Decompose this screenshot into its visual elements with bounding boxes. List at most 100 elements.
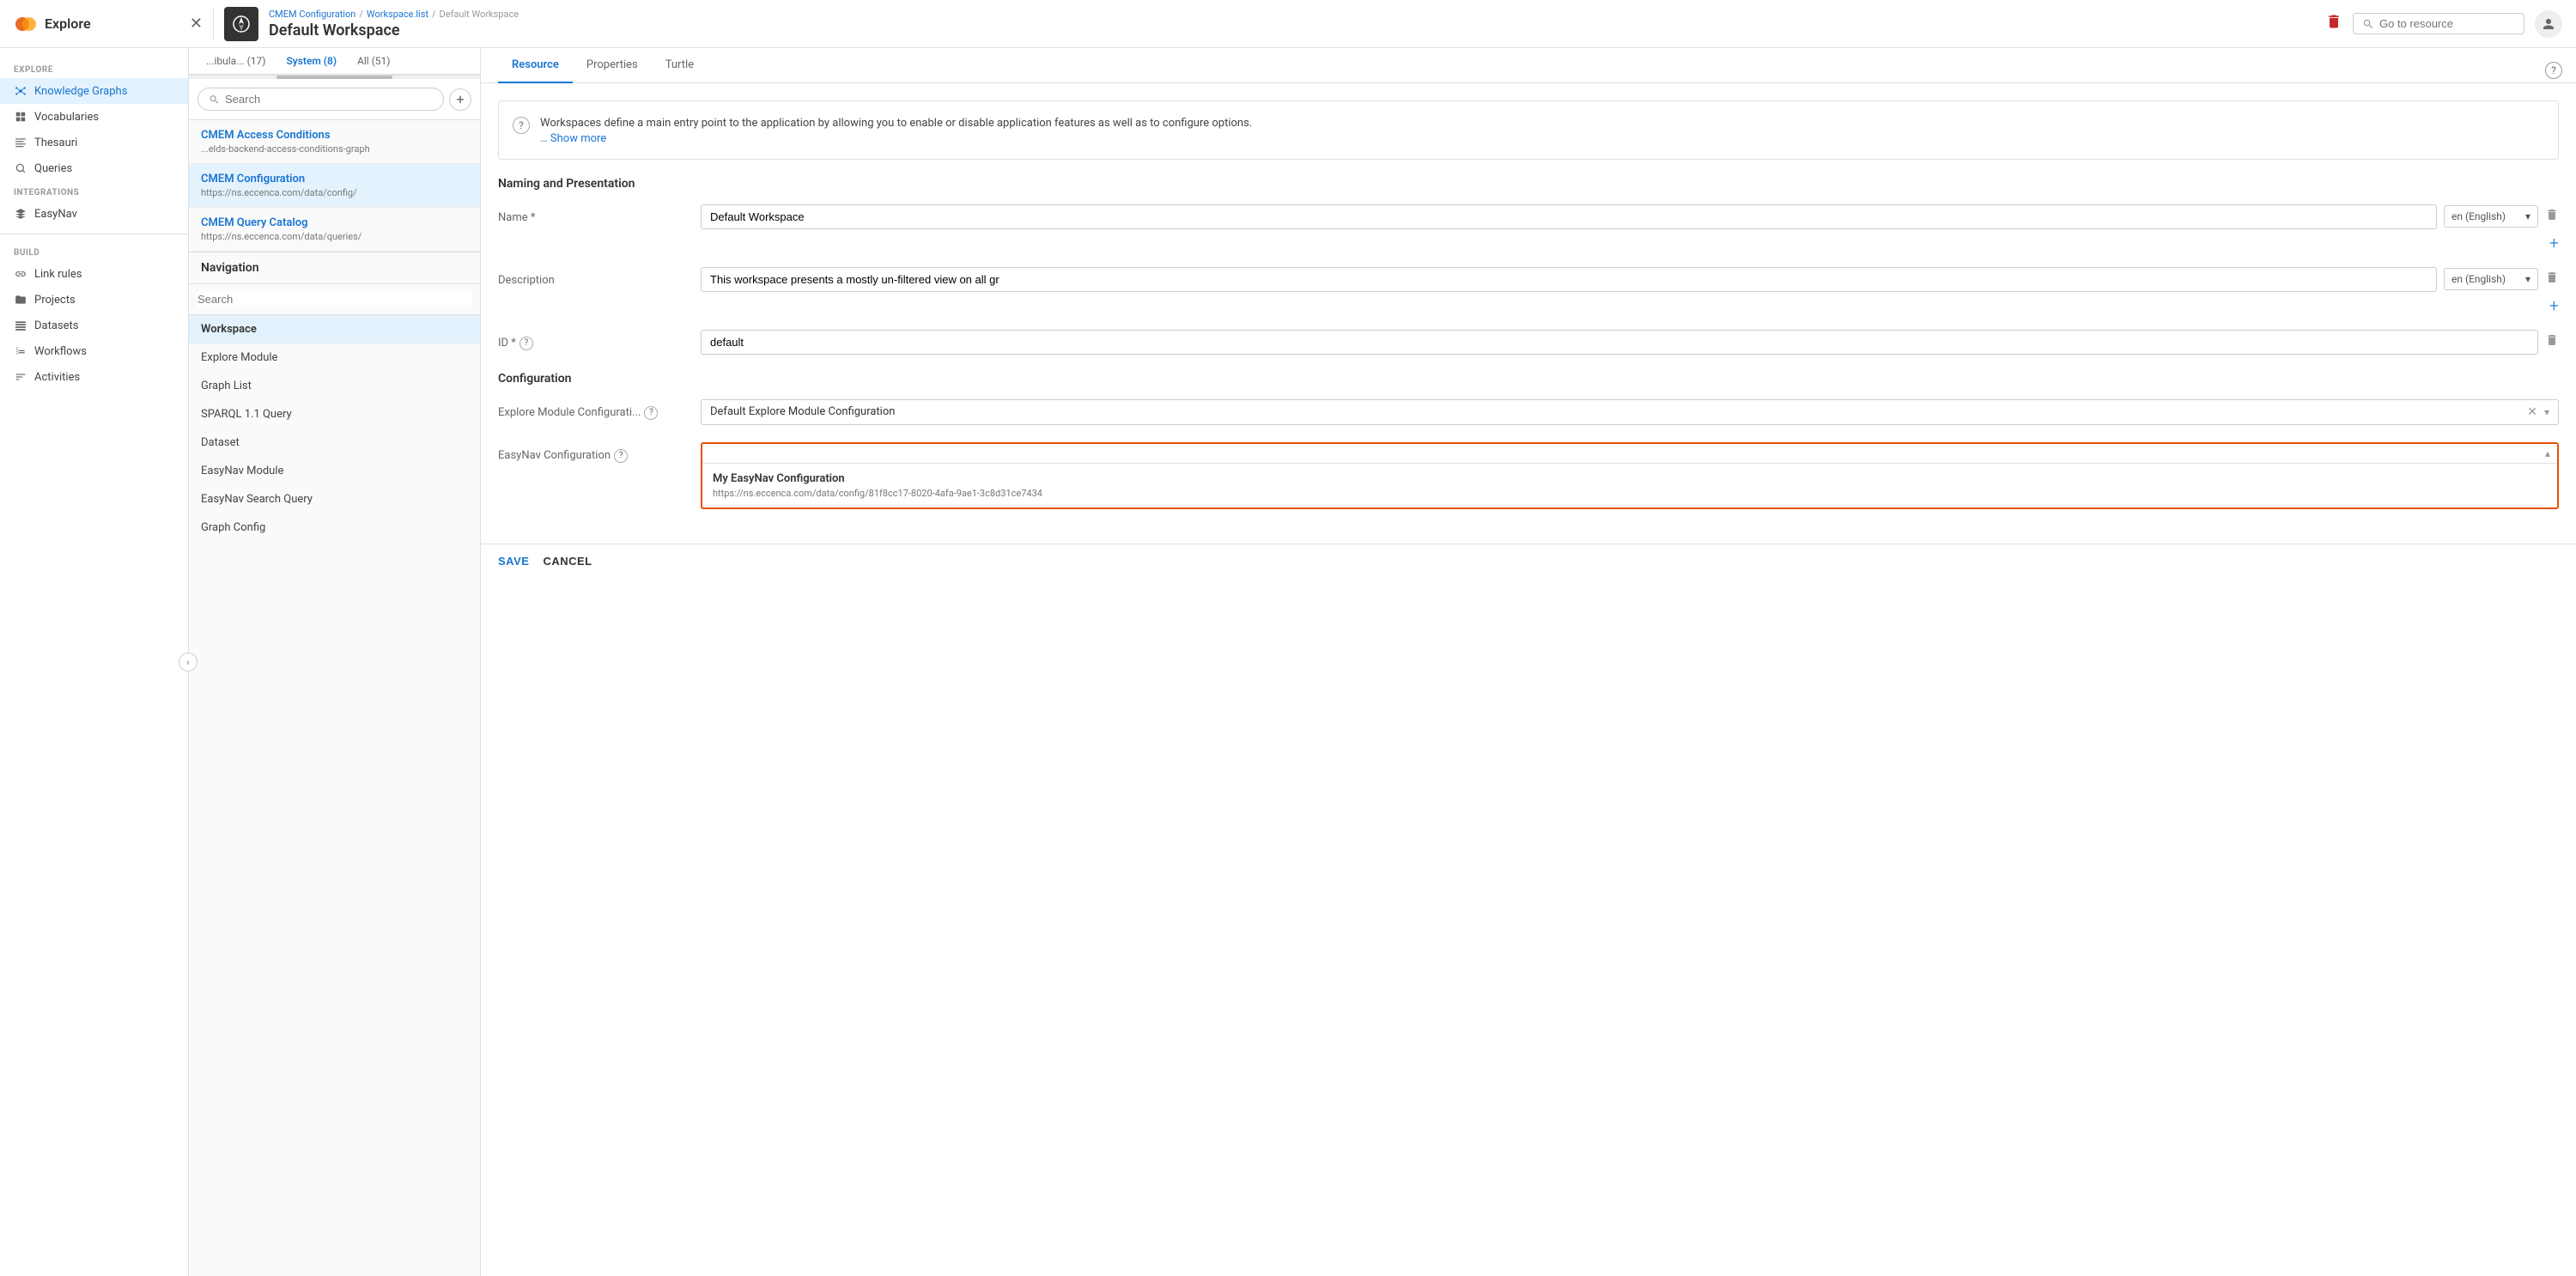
nav-item-easynav-search-query[interactable]: EasyNav Search Query — [189, 485, 480, 513]
resource-tabs: Resource Properties Turtle — [481, 48, 2576, 83]
sidebar-item-easynav[interactable]: EasyNav — [0, 201, 188, 227]
sidebar-item-workflows[interactable]: Workflows — [0, 338, 188, 364]
collapse-panel-button[interactable]: ‹ — [179, 653, 197, 671]
tab-turtle[interactable]: Turtle — [652, 48, 708, 83]
easynav-chevron-up-icon[interactable]: ▴ — [2545, 447, 2550, 459]
navigation-section: Navigation Workspace Explore Module Grap… — [189, 252, 480, 1276]
description-lang-select[interactable]: en (English) ▾ — [2444, 268, 2538, 290]
tab-all[interactable]: All (51) — [347, 48, 400, 76]
nav-item-sparql-query[interactable]: SPARQL 1.1 Query — [189, 400, 480, 428]
nav-item-graph-list[interactable]: Graph List — [189, 372, 480, 400]
list-item-subtitle: ...elds-backend-access-conditions-graph — [201, 143, 468, 155]
lang-chevron-down-icon: ▾ — [2525, 210, 2530, 222]
tab-tabula[interactable]: ...ibula... (17) — [196, 48, 276, 76]
activities-icon — [14, 370, 27, 384]
description-lang-value: en (English) — [2451, 273, 2506, 285]
cancel-button[interactable]: CANCEL — [543, 555, 592, 568]
tab-system[interactable]: System (8) — [276, 48, 347, 76]
middle-tabs: ...ibula... (17) System (8) All (51) — [189, 48, 480, 76]
sidebar-item-activities[interactable]: Activities — [0, 364, 188, 390]
user-avatar-button[interactable] — [2535, 10, 2562, 38]
list-item-cmem-access[interactable]: CMEM Access Conditions ...elds-backend-a… — [189, 120, 480, 164]
list-item-subtitle: https://ns.eccenca.com/data/config/ — [201, 187, 468, 198]
graph-search-input[interactable] — [225, 93, 433, 106]
description-input[interactable] — [701, 267, 2437, 292]
explore-config-chevron-icon: ▾ — [2544, 406, 2549, 418]
thesauri-icon — [14, 136, 27, 149]
name-input[interactable] — [701, 204, 2437, 229]
sidebar-item-queries[interactable]: Queries — [0, 155, 188, 181]
easynav-option-item[interactable]: My EasyNav Configuration https://ns.ecce… — [702, 464, 2557, 507]
explore-config-dropdown[interactable]: Default Explore Module Configuration ✕ ▾ — [701, 399, 2559, 425]
tab-resource[interactable]: Resource — [498, 48, 573, 83]
help-button[interactable]: ? — [2545, 62, 2562, 79]
name-add-row: + — [701, 233, 2559, 253]
close-app-button[interactable]: ✕ — [190, 15, 203, 33]
build-section-label: BUILD — [0, 241, 188, 261]
explore-config-label-text: Explore Module Configurati... — [498, 406, 641, 419]
breadcrumb-cmem-config[interactable]: CMEM Configuration — [269, 9, 355, 20]
easynav-option-url: https://ns.eccenca.com/data/config/81f8c… — [713, 488, 2547, 499]
go-to-resource-input[interactable] — [2379, 17, 2500, 30]
sidebar-item-projects[interactable]: Projects — [0, 287, 188, 313]
list-item-subtitle: https://ns.eccenca.com/data/queries/ — [201, 231, 468, 242]
nav-item-graph-config[interactable]: Graph Config — [189, 513, 480, 542]
header-actions — [2325, 10, 2562, 38]
info-text: Workspaces define a main entry point to … — [540, 115, 1252, 132]
go-to-resource-search[interactable] — [2353, 13, 2524, 34]
explore-config-field-row: Default Explore Module Configuration ✕ ▾ — [701, 399, 2559, 425]
queries-icon — [14, 161, 27, 175]
explore-config-clear-button[interactable]: ✕ — [2527, 405, 2537, 419]
delete-resource-button[interactable] — [2325, 13, 2342, 34]
id-label-text: ID * — [498, 337, 516, 349]
id-form-row: ID * ? — [498, 330, 2559, 358]
sidebar-item-link-rules[interactable]: Link rules — [0, 261, 188, 287]
save-button[interactable]: SAVE — [498, 555, 529, 568]
sidebar-item-knowledge-graphs[interactable]: Knowledge Graphs — [0, 78, 188, 104]
breadcrumb-workspace-list[interactable]: Workspace.list — [367, 9, 428, 20]
description-delete-button[interactable] — [2545, 270, 2559, 288]
nav-item-workspace[interactable]: Workspace — [189, 315, 480, 343]
id-input[interactable] — [701, 330, 2538, 355]
sidebar-label-link-rules: Link rules — [34, 268, 82, 281]
name-add-button[interactable]: + — [2546, 233, 2559, 253]
easynav-config-field-group: ▴ My EasyNav Configuration https://ns.ec… — [701, 442, 2559, 513]
name-field-group: en (English) ▾ + — [701, 204, 2559, 253]
sidebar-label-datasets: Datasets — [34, 319, 79, 332]
sidebar-label-thesauri: Thesauri — [34, 137, 77, 149]
easynav-config-dropdown[interactable]: ▴ My EasyNav Configuration https://ns.ec… — [701, 442, 2559, 509]
sidebar-item-thesauri[interactable]: Thesauri — [0, 130, 188, 155]
tab-properties[interactable]: Properties — [573, 48, 652, 83]
id-label: ID * ? — [498, 330, 687, 350]
list-item-cmem-query[interactable]: CMEM Query Catalog https://ns.eccenca.co… — [189, 208, 480, 252]
navigation-search-input[interactable] — [197, 291, 471, 307]
top-header: Explore ✕ CMEM Configuration / Workspace… — [0, 0, 2576, 48]
search-icon — [2362, 18, 2374, 30]
name-label-text: Name * — [498, 211, 535, 224]
list-item-cmem-config[interactable]: CMEM Configuration https://ns.eccenca.co… — [189, 164, 480, 208]
datasets-icon — [14, 319, 27, 332]
sidebar-item-datasets[interactable]: Datasets — [0, 313, 188, 338]
name-lang-select[interactable]: en (English) ▾ — [2444, 205, 2538, 228]
id-delete-button[interactable] — [2545, 333, 2559, 350]
right-panel: ? Resource Properties Turtle ? Workspace… — [481, 48, 2576, 1276]
breadcrumb: CMEM Configuration / Workspace.list / De… — [269, 9, 2315, 20]
show-more-button[interactable]: … Show more — [540, 132, 1252, 145]
nav-item-explore-module[interactable]: Explore Module — [189, 343, 480, 372]
user-icon — [2541, 16, 2556, 32]
name-delete-button[interactable] — [2545, 208, 2559, 225]
description-form-row: Description en (English) ▾ + — [498, 267, 2559, 316]
nav-item-dataset[interactable]: Dataset — [189, 428, 480, 457]
nav-item-easynav-module[interactable]: EasyNav Module — [189, 457, 480, 485]
breadcrumb-area: CMEM Configuration / Workspace.list / De… — [269, 9, 2315, 39]
explore-config-help-icon[interactable]: ? — [644, 406, 658, 420]
sidebar-label-projects: Projects — [34, 294, 76, 307]
tab-scroll-indicator — [189, 76, 480, 79]
id-help-icon[interactable]: ? — [519, 337, 533, 350]
add-graph-button[interactable]: + — [449, 88, 471, 111]
compass-icon — [232, 15, 251, 33]
description-add-button[interactable]: + — [2546, 295, 2559, 316]
resource-form: ? Workspaces define a main entry point t… — [481, 83, 2576, 544]
easynav-config-help-icon[interactable]: ? — [614, 449, 628, 463]
sidebar-item-vocabularies[interactable]: Vocabularies — [0, 104, 188, 130]
